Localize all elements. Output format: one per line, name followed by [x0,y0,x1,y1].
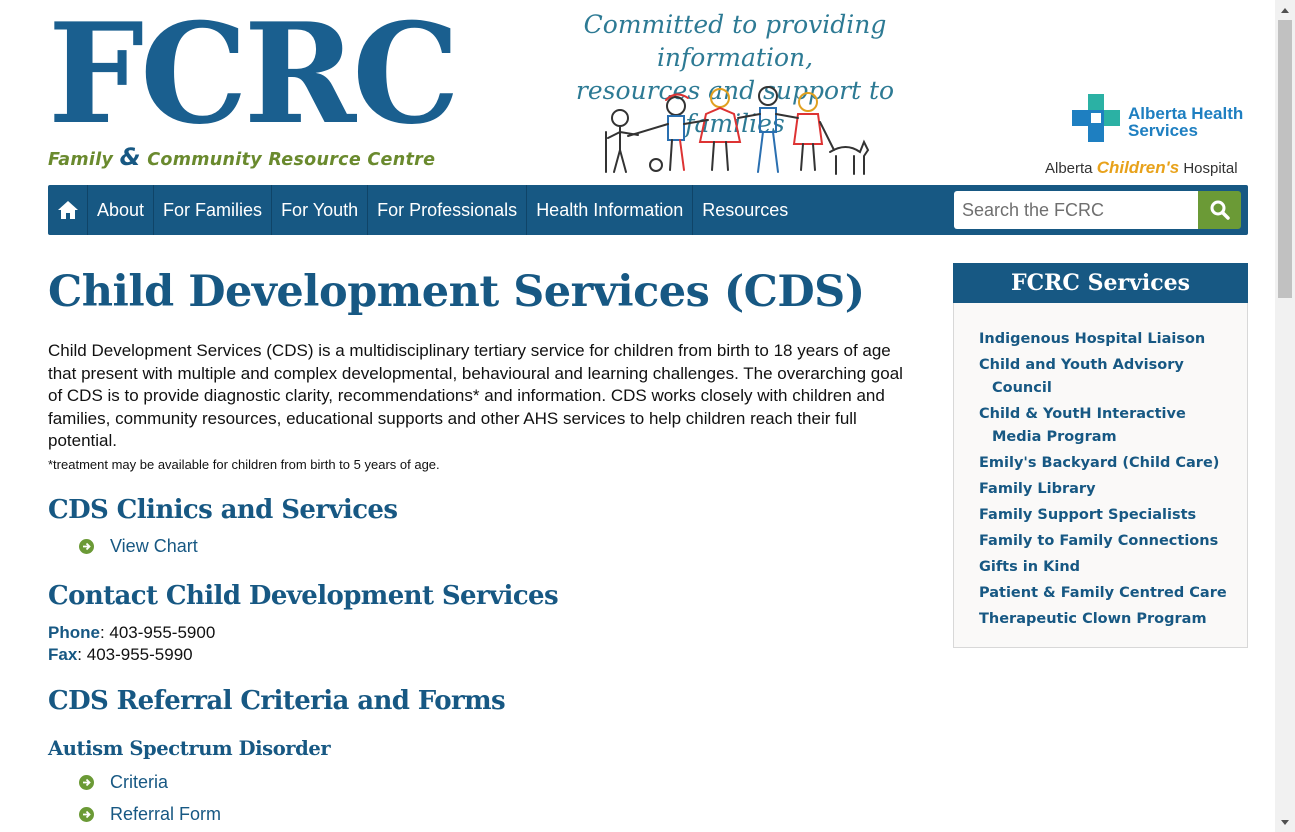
referral-form-link[interactable]: Referral Form [79,804,221,825]
scroll-up-arrow-icon[interactable] [1275,0,1295,20]
ach-post: Hospital [1183,160,1238,177]
criteria-link[interactable]: Criteria [79,772,168,793]
logo-sub-amp: & [119,143,141,171]
autism-heading: Autism Spectrum Disorder [48,737,331,760]
sidebar-item-gifts-in-kind[interactable]: Gifts in Kind [979,556,1234,579]
sidebar-item-family-support[interactable]: Family Support Specialists [979,504,1234,527]
nav-resources[interactable]: Resources [693,185,797,235]
nav-about[interactable]: About [88,185,155,235]
ach-pre: Alberta [1045,160,1093,177]
ahs-line-2: Services [1128,121,1198,140]
logo-subtitle: Family & Community Resource Centre [48,143,435,171]
scrollbar-thumb[interactable] [1278,20,1292,298]
page-title: Child Development Services (CDS) [48,267,865,317]
fax-value: : 403-955-5990 [77,645,193,664]
logo-sub-left: Family [48,150,114,170]
search-form [954,191,1241,229]
nav-for-youth[interactable]: For Youth [272,185,369,235]
home-icon [57,201,78,219]
contact-heading: Contact Child Development Services [48,581,559,611]
nav-items: About For Families For Youth For Profess… [48,185,797,235]
arrow-circle-icon [79,539,94,554]
main-nav: About For Families For Youth For Profess… [48,185,1248,235]
referral-form-label: Referral Form [110,804,222,824]
vertical-scrollbar[interactable] [1275,0,1295,832]
ahs-cross-icon [1072,94,1120,142]
nav-for-families[interactable]: For Families [154,185,273,235]
view-chart-label: View Chart [110,536,198,556]
search-icon [1210,200,1230,220]
fax-row: Fax: 403-955-5990 [48,644,215,666]
fcrc-services-sidebar: FCRC Services Indigenous Hospital Liaiso… [953,263,1248,648]
page: FCRC Family & Community Resource Centre … [0,0,1275,832]
view-chart-link[interactable]: View Chart [79,536,198,557]
sidebar-item-indigenous-hospital-liaison[interactable]: Indigenous Hospital Liaison [979,328,1234,351]
nav-health-information[interactable]: Health Information [527,185,694,235]
childrens-hospital-logo: Alberta Children's Hospital [1045,158,1238,178]
phone-value: : 403-955-5900 [99,623,216,642]
nav-for-professionals[interactable]: For Professionals [368,185,528,235]
sidebar-item-youth-advisory-council[interactable]: Child and Youth Advisory Council [979,354,1234,400]
sidebar-item-patient-family-care[interactable]: Patient & Family Centred Care [979,582,1234,605]
tagline-line-1: Committed to providing information, [583,10,887,72]
sidebar-title: FCRC Services [953,263,1248,303]
logo-sub-right: Community Resource Centre [147,150,436,170]
logo-wordmark: FCRC [48,0,460,155]
contact-info: Phone: 403-955-5900 Fax: 403-955-5990 [48,622,215,666]
fax-label: Fax [48,645,78,664]
treatment-note: *treatment may be available for children… [48,456,440,472]
search-input[interactable] [954,191,1198,229]
intro-paragraph: Child Development Services (CDS) is a mu… [48,341,903,450]
sidebar-item-therapeutic-clown[interactable]: Therapeutic Clown Program [979,608,1234,631]
scroll-down-arrow-icon[interactable] [1275,812,1295,832]
children-drawing-illustration [605,86,870,175]
search-button[interactable] [1198,191,1241,229]
sidebar-item-interactive-media[interactable]: Child & YoutH Interactive Media Program [979,403,1234,449]
phone-label: Phone [48,623,100,642]
arrow-circle-icon [79,807,94,822]
ach-mid: Children's [1096,158,1180,177]
clinics-heading: CDS Clinics and Services [48,495,398,525]
sidebar-list: Indigenous Hospital Liaison Child and Yo… [979,328,1234,634]
nav-home[interactable] [48,185,88,235]
arrow-circle-icon [79,775,94,790]
sidebar-item-family-library[interactable]: Family Library [979,478,1234,501]
sidebar-item-family-connections[interactable]: Family to Family Connections [979,530,1234,553]
phone-row: Phone: 403-955-5900 [48,622,215,644]
ahs-logo-text: Alberta Health Services [1128,105,1243,139]
referral-heading: CDS Referral Criteria and Forms [48,686,506,716]
ahs-line-1: Alberta Health [1128,104,1244,123]
main-content: Child Development Services (CDS) Child D… [48,262,918,472]
criteria-label: Criteria [110,772,169,792]
fcrc-logo[interactable]: FCRC Family & Community Resource Centre [48,0,460,172]
sidebar-item-emilys-backyard[interactable]: Emily's Backyard (Child Care) [979,452,1234,475]
